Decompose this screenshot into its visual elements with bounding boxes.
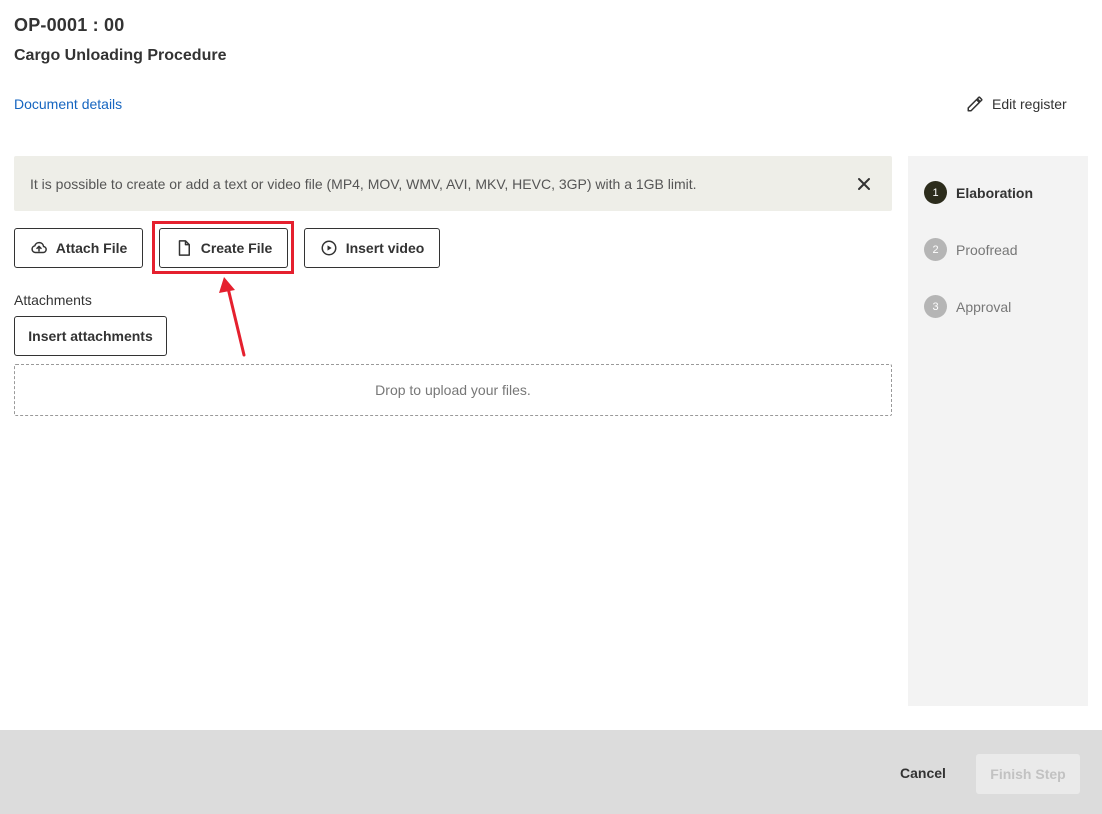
banner-close-button[interactable] [854, 174, 874, 194]
file-icon [178, 240, 190, 256]
step-label: Elaboration [956, 184, 1034, 201]
cancel-button[interactable]: Cancel [886, 762, 960, 784]
step-number-badge: 2 [924, 238, 947, 261]
steps-panel: 1 Elaboration 2 Proofread 3 Approval [908, 156, 1088, 706]
attach-file-button[interactable]: Attach File [14, 228, 143, 268]
finish-step-button[interactable]: Finish Step [976, 754, 1080, 794]
step-label: Approval [956, 298, 1012, 315]
edit-register-label: Edit register [992, 96, 1067, 112]
document-code: OP-0001 : 00 [14, 15, 125, 35]
insert-video-button[interactable]: Insert video [304, 228, 440, 268]
drop-zone-text: Drop to upload your files. [375, 382, 531, 398]
info-banner-text: It is possible to create or add a text o… [30, 175, 697, 192]
insert-attachments-button[interactable]: Insert attachments [14, 316, 167, 356]
step-number-badge: 3 [924, 295, 947, 318]
document-details-link[interactable]: Document details [14, 96, 122, 112]
edit-register-button[interactable]: Edit register [966, 92, 1067, 116]
step-label: Proofread [956, 241, 1018, 258]
close-icon [858, 178, 870, 190]
pencil-icon [967, 96, 983, 112]
play-circle-icon [321, 240, 337, 256]
attach-file-label: Attach File [55, 240, 128, 256]
step-approval: 3 Approval [924, 295, 1011, 318]
annotation-arrow [219, 277, 246, 357]
insert-video-label: Insert video [345, 240, 425, 256]
footer-bar: Cancel Finish Step [0, 730, 1102, 814]
drop-zone[interactable]: Drop to upload your files. [14, 364, 892, 416]
create-file-button[interactable]: Create File [159, 228, 288, 268]
create-file-label: Create File [200, 240, 273, 256]
cloud-upload-icon [31, 241, 47, 254]
step-elaboration: 1 Elaboration [924, 181, 1033, 204]
insert-attachments-label: Insert attachments [28, 328, 153, 344]
step-proofread: 2 Proofread [924, 238, 1017, 261]
info-banner: It is possible to create or add a text o… [14, 156, 892, 211]
step-number-badge: 1 [924, 181, 947, 204]
document-title: Cargo Unloading Procedure [14, 47, 227, 64]
attachments-label: Attachments [14, 292, 92, 308]
